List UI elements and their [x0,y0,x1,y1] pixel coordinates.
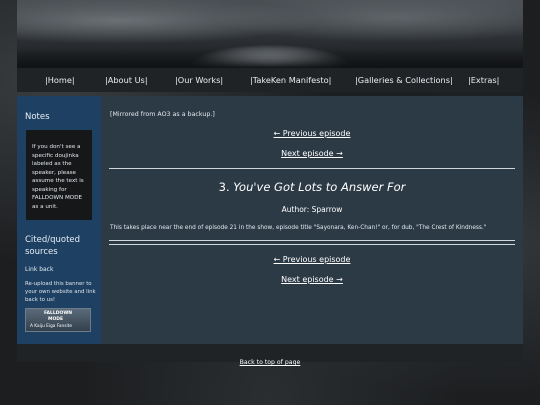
back-to-top-link[interactable]: Back to top of page [240,359,301,366]
footer: Back to top of page [17,344,523,366]
chapter-title: 3. You've Got Lots to Answer For [109,180,515,194]
main-panel: Notes If you don't see a specific doujin… [17,96,523,344]
nav-extras[interactable]: |Extras| [468,75,499,85]
divider [109,168,515,169]
nav-galleries-collections[interactable]: |Galleries & Collections| [355,75,453,85]
header-banner [17,0,523,68]
content-area: [Mirrored from AO3 as a backup.] ← Previ… [109,96,515,344]
mirror-note: [Mirrored from AO3 as a backup.] [110,111,215,118]
nav-takeken-manifesto[interactable]: |TakeKen Manifesto| [250,75,331,85]
author-line: Author: Sparrow [281,205,343,214]
divider [109,244,515,245]
badge-line-3: A Kaiju Eiga Fansite [30,324,72,329]
notes-text: If you don't see a specific doujinka lab… [32,144,84,210]
next-episode-link[interactable]: Next episode → [281,149,343,158]
notes-heading: Notes [25,112,50,122]
reupload-text: Re-upload this banner to your own websit… [25,281,96,303]
link-back-heading: Link back [25,266,54,273]
prev-episode-row-bottom: ← Previous episode [109,255,515,264]
next-episode-row: Next episode → [109,149,515,158]
prev-episode-row: ← Previous episode [109,129,515,138]
prev-episode-link[interactable]: ← Previous episode [274,129,351,138]
badge-line-2: MODE [48,317,64,322]
prev-episode-link-bottom[interactable]: ← Previous episode [274,255,351,264]
nav-home[interactable]: |Home| [45,75,75,85]
next-episode-row-bottom: Next episode → [109,275,515,284]
chapter-title-text: You've Got Lots to Answer For [233,180,406,194]
notes-box: If you don't see a specific doujinka lab… [26,130,92,220]
summary-text: This takes place near the end of episode… [110,225,487,231]
badge-line-1: FALLDOWN [44,311,73,316]
sidebar: Notes If you don't see a specific doujin… [17,96,101,344]
site-banner-badge[interactable]: FALLDOWN MODE A Kaiju Eiga Fansite [25,308,91,332]
banner-wave [17,48,523,68]
divider [109,240,515,241]
nav-about-us[interactable]: |About Us| [105,75,148,85]
next-episode-link-bottom[interactable]: Next episode → [281,275,343,284]
main-nav: |Home| |About Us| |Our Works| |TakeKen M… [17,68,523,92]
cited-sources-heading: Cited/quoted sources [25,235,81,257]
chapter-number: 3. [218,180,230,194]
nav-our-works[interactable]: |Our Works| [175,75,223,85]
